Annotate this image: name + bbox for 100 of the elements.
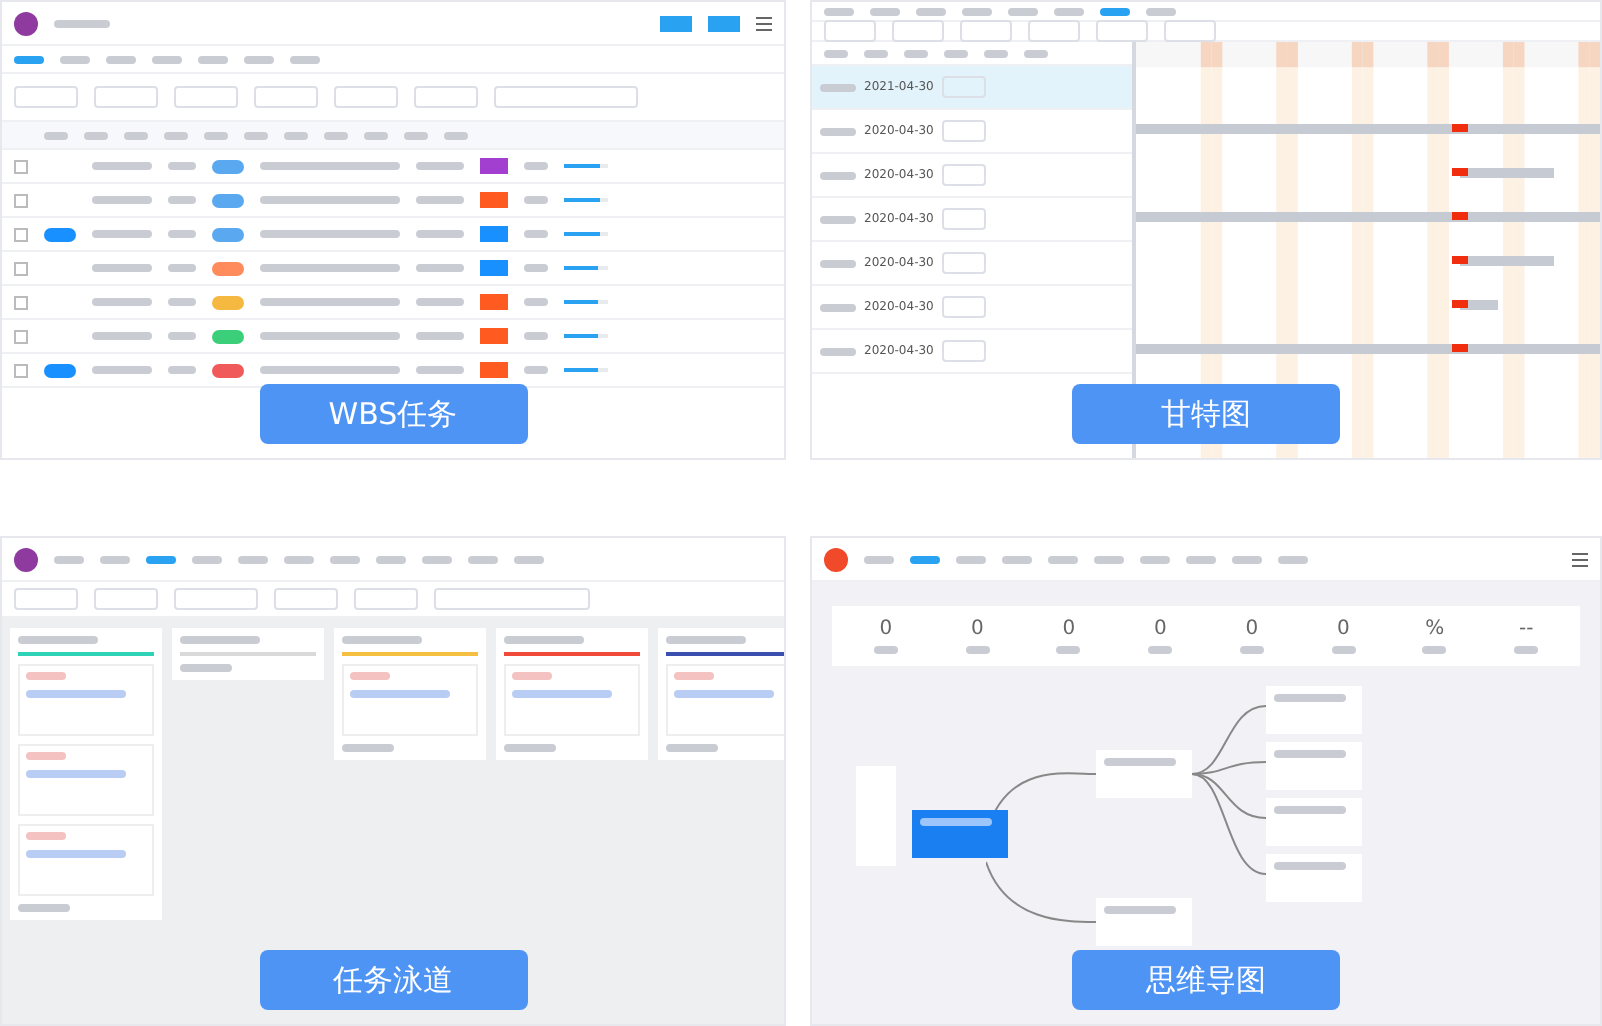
blurred-tab[interactable] [376, 555, 406, 563]
blurred-tab[interactable] [956, 555, 986, 563]
dropdown-field[interactable] [941, 208, 986, 230]
blurred-tab[interactable] [870, 7, 900, 15]
gantt-bar[interactable] [1460, 168, 1554, 178]
date-range-field[interactable] [494, 86, 638, 108]
input-field[interactable] [174, 86, 238, 108]
task-card[interactable] [18, 744, 154, 816]
input-field[interactable] [354, 588, 418, 610]
date-range-field[interactable] [434, 588, 590, 610]
checkbox[interactable] [14, 261, 28, 275]
blurred-tab[interactable] [916, 7, 946, 15]
blurred-tab[interactable] [244, 55, 274, 63]
toolbar-button[interactable] [660, 15, 692, 31]
blurred-tab[interactable] [192, 555, 222, 563]
blurred-tab[interactable] [824, 7, 854, 15]
checkbox[interactable] [14, 363, 28, 377]
map-node[interactable] [1266, 686, 1362, 734]
blurred-tab[interactable] [152, 55, 182, 63]
blurred-text [416, 196, 464, 204]
blurred-tab[interactable] [100, 555, 130, 563]
blurred-tab[interactable] [514, 555, 544, 563]
blurred-tab[interactable] [1140, 555, 1170, 563]
blurred-text [416, 230, 464, 238]
blurred-tab[interactable] [468, 555, 498, 563]
dropdown-field[interactable] [941, 164, 986, 186]
blurred-tab[interactable] [284, 555, 314, 563]
blurred-tab[interactable] [198, 55, 228, 63]
input-field[interactable] [14, 86, 78, 108]
blurred-tab[interactable] [14, 55, 44, 63]
blurred-text [1274, 862, 1346, 870]
blurred-text [168, 196, 196, 204]
map-node[interactable] [1266, 854, 1362, 902]
blurred-tab[interactable] [422, 555, 452, 563]
blurred-tab[interactable] [60, 55, 90, 63]
input-field[interactable] [274, 588, 338, 610]
blurred-tab[interactable] [290, 55, 320, 63]
dropdown-field[interactable] [941, 340, 986, 362]
input-field[interactable] [14, 588, 78, 610]
input-field[interactable] [254, 86, 318, 108]
dropdown-field[interactable] [892, 20, 944, 42]
blurred-tab[interactable] [910, 555, 940, 563]
gantt-bar[interactable] [1136, 212, 1600, 222]
gantt-bar[interactable] [1136, 344, 1600, 354]
blurred-tab[interactable] [106, 55, 136, 63]
gantt-bar[interactable] [1136, 124, 1600, 134]
dropdown-field[interactable] [1096, 20, 1148, 42]
blurred-tab[interactable] [1100, 7, 1130, 15]
map-node[interactable] [1266, 742, 1362, 790]
menu-icon[interactable] [1572, 551, 1588, 567]
dropdown-field[interactable] [960, 20, 1012, 42]
dropdown-field[interactable] [941, 296, 986, 318]
blurred-tab[interactable] [1008, 7, 1038, 15]
input-field[interactable] [334, 86, 398, 108]
blurred-tab[interactable] [1146, 7, 1176, 15]
blurred-text [1422, 646, 1447, 654]
blurred-text [342, 744, 394, 752]
input-field[interactable] [94, 588, 158, 610]
checkbox[interactable] [14, 227, 28, 241]
checkbox[interactable] [14, 295, 28, 309]
blurred-tab[interactable] [1048, 555, 1078, 563]
checkbox[interactable] [14, 329, 28, 343]
dropdown-field[interactable] [824, 20, 876, 42]
dropdown-field[interactable] [941, 252, 986, 274]
blurred-text [26, 832, 66, 840]
blurred-text [512, 690, 612, 698]
toolbar-button[interactable] [708, 15, 740, 31]
task-card[interactable] [18, 824, 154, 896]
blurred-tab[interactable] [1278, 555, 1308, 563]
blurred-tab[interactable] [54, 555, 84, 563]
map-node[interactable] [1096, 898, 1192, 946]
dropdown-field[interactable] [1028, 20, 1080, 42]
gantt-bar[interactable] [1460, 256, 1554, 266]
task-card[interactable] [342, 664, 478, 736]
blurred-tab[interactable] [1186, 555, 1216, 563]
input-field[interactable] [94, 86, 158, 108]
blurred-text [524, 196, 548, 204]
map-node[interactable] [1096, 750, 1192, 798]
task-card[interactable] [504, 664, 640, 736]
blurred-tab[interactable] [962, 7, 992, 15]
input-field[interactable] [414, 86, 478, 108]
checkbox[interactable] [14, 159, 28, 173]
blurred-tab[interactable] [330, 555, 360, 563]
dropdown-field[interactable] [941, 120, 986, 142]
blurred-tab[interactable] [1232, 555, 1262, 563]
blurred-tab[interactable] [1002, 555, 1032, 563]
menu-icon[interactable] [756, 15, 772, 31]
checkbox[interactable] [14, 193, 28, 207]
task-card[interactable] [666, 664, 784, 736]
status-pill [212, 363, 244, 377]
label-pill [44, 227, 76, 241]
input-field[interactable] [174, 588, 258, 610]
blurred-tab[interactable] [238, 555, 268, 563]
blurred-tab[interactable] [864, 555, 894, 563]
map-node[interactable] [1266, 798, 1362, 846]
blurred-tab[interactable] [1054, 7, 1084, 15]
task-card[interactable] [18, 664, 154, 736]
root-node[interactable] [912, 810, 1008, 858]
blurred-tab[interactable] [146, 555, 176, 563]
blurred-tab[interactable] [1094, 555, 1124, 563]
